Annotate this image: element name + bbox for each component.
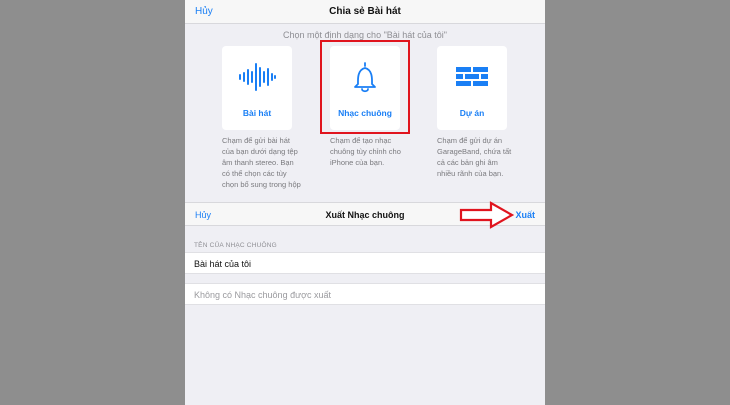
- empty-message: Không có Nhạc chuông được xuất: [194, 290, 332, 300]
- section-header: TÊN CỦA NHẠC CHUÔNG: [194, 242, 277, 249]
- arrow-annotation-icon: [459, 201, 515, 229]
- format-option-label: Bài hát: [242, 108, 272, 118]
- ringtone-name-field[interactable]: Bài hát của tôi: [194, 259, 251, 269]
- export-button[interactable]: Xuất: [515, 210, 535, 220]
- format-option-project[interactable]: Dự án: [437, 46, 507, 130]
- format-option-description: Chạm để tạo nhạc chuông tùy chỉnh cho iP…: [330, 136, 401, 167]
- share-nav-bar: Hủy Chia sẻ Bài hát: [185, 0, 545, 24]
- format-option-song[interactable]: Bài hát: [222, 46, 292, 130]
- format-option-label: Dự án: [459, 108, 485, 118]
- share-title: Chia sẻ Bài hát: [329, 6, 401, 17]
- brick-wall-icon: [456, 67, 488, 86]
- exported-ringtones-row: Không có Nhạc chuông được xuất: [185, 283, 545, 305]
- waveform-icon: [239, 63, 276, 91]
- format-prompt: Chọn một định dạng cho "Bài hát của tôi": [283, 30, 447, 40]
- format-option-description: Chạm để gửi dự án GarageBand, chứa tất c…: [437, 136, 512, 178]
- format-option-description: Chạm để gửi bài hát của bạn dưới dạng tệ…: [222, 136, 301, 189]
- ringtone-name-row[interactable]: Bài hát của tôi: [185, 252, 545, 274]
- highlight-annotation-box: [320, 40, 410, 134]
- export-ringtone-sheet: Hủy Xuất Nhạc chuông Xuất TÊN CỦA NHẠC C…: [185, 202, 545, 405]
